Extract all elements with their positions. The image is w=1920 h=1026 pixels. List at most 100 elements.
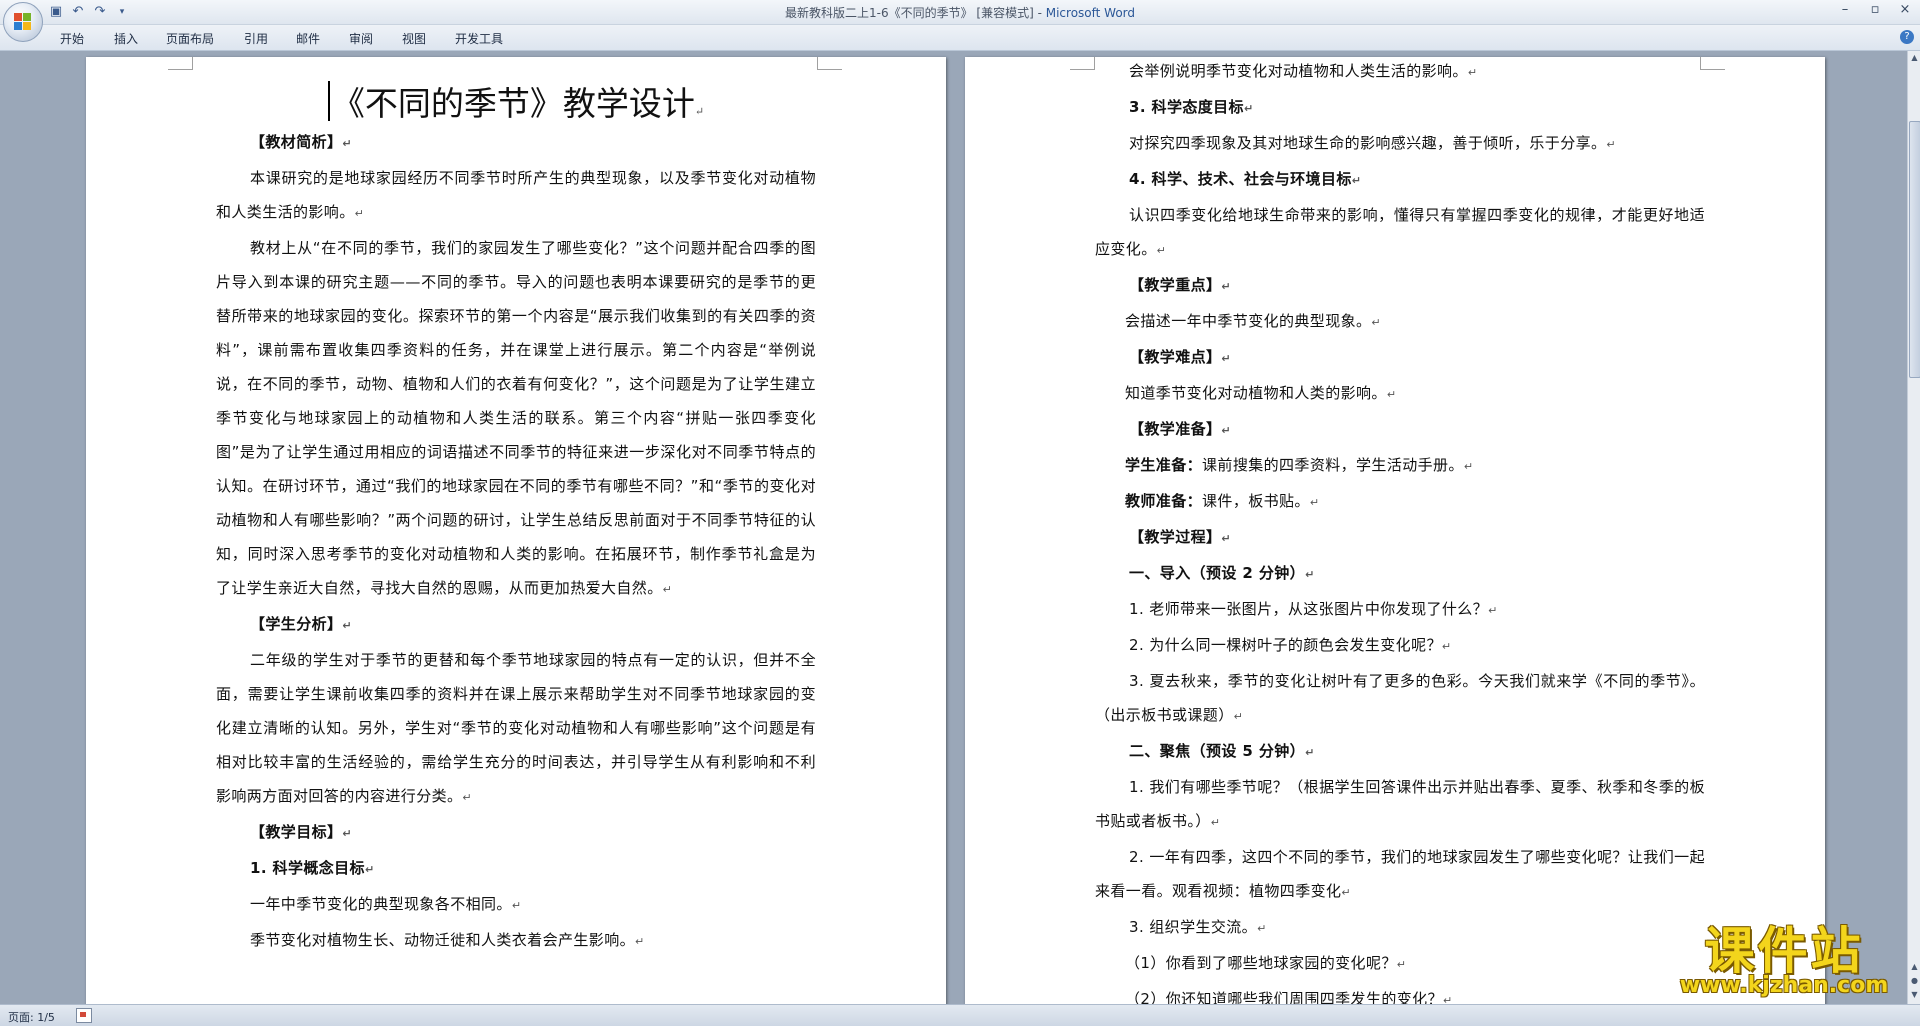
paragraph-mark: ↵ [511, 899, 522, 912]
paragraph-mark: ↵ [1396, 958, 1407, 971]
paragraph: 1. 科学概念目标↵ [216, 851, 816, 887]
tab-insert[interactable]: 插入 [114, 30, 138, 47]
watermark-logo-text: 课件站 [1704, 922, 1864, 980]
page-counter[interactable]: 页面: 1/5 [8, 1009, 55, 1025]
proofing-icon[interactable] [76, 1008, 92, 1023]
margin-corner-mark [1070, 57, 1095, 70]
paragraph: 会描述一年中季节变化的典型现象。↵ [1095, 304, 1705, 340]
window-title: 最新教科版二上1-6《不同的季节》 [兼容模式] - Microsoft Wor… [784, 6, 1136, 20]
paragraph-mark: ↵ [1305, 746, 1315, 759]
paragraph: 3. 组织学生交流。↵ [1095, 910, 1705, 946]
paragraph-text: 二、聚焦（预设 5 分钟） [1129, 742, 1306, 760]
paragraph-mark: ↵ [635, 935, 645, 948]
paragraph-mark: ↵ [1221, 280, 1232, 293]
title-bar: ▣ ↶ ↷ ▾ 最新教科版二上1-6《不同的季节》 [兼容模式] - Micro… [0, 0, 1920, 25]
document-workspace: 《不同的季节》教学设计↵ 【教材简析】↵ 本课研究的是地球家园经历不同季节时所产生… [0, 51, 1907, 1004]
paragraph-text: 【教学重点】 [1129, 276, 1222, 294]
paragraph: 2. 为什么同一棵树叶子的颜色会发生变化呢？↵ [1095, 628, 1705, 664]
paragraph-mark: ↵ [364, 863, 375, 876]
paragraph-text: 1. 科学概念目标 [250, 859, 365, 877]
page-1: 《不同的季节》教学设计↵ 【教材简析】↵ 本课研究的是地球家园经历不同季节时所产生… [86, 57, 946, 1004]
paragraph-text: 知道季节变化对动植物和人类的影响。 [1125, 384, 1387, 402]
ribbon-tabs: 开始 插入 页面布局 引用 邮件 审阅 视图 开发工具 ? [0, 25, 1920, 51]
paragraph-mark: ↵ [1441, 640, 1452, 653]
paragraph-mark: ↵ [1221, 352, 1232, 365]
paragraph: 3. 科学态度目标↵ [1095, 90, 1705, 126]
paragraph: （1）你看到了哪些地球家园的变化呢？↵ [1095, 946, 1705, 982]
paragraph-mark: ↵ [1305, 568, 1315, 581]
margin-corner-mark [168, 57, 193, 70]
paragraph-text: 1. 老师带来一张图片，从这张图片中你发现了什么？ [1129, 600, 1489, 618]
paragraph-text: 季节变化对植物生长、动物迁徙和人类衣着会产生影响。 [250, 931, 636, 949]
paragraph-mark: ↵ [1442, 994, 1453, 1004]
paragraph-text: （1）你看到了哪些地球家园的变化呢？ [1125, 954, 1397, 972]
paragraph-mark: ↵ [1257, 922, 1267, 935]
paragraph-text: 【学生分析】 [250, 615, 343, 633]
paragraph-text: 3. 组织学生交流。 [1129, 918, 1258, 936]
paragraph-text: 【教学难点】 [1129, 348, 1222, 366]
tab-developer[interactable]: 开发工具 [455, 30, 503, 47]
tab-references[interactable]: 引用 [244, 30, 268, 47]
tab-view[interactable]: 视图 [402, 30, 426, 47]
paragraph: 【教学难点】↵ [1095, 340, 1705, 376]
paragraph-mark: ↵ [1371, 316, 1382, 329]
help-icon[interactable]: ? [1900, 30, 1914, 44]
paragraph-mark: ↵ [1156, 244, 1167, 257]
paragraph: 一、导入（预设 2 分钟）↵ [1095, 556, 1705, 592]
scroll-up-icon[interactable]: ▲ [1908, 51, 1920, 65]
paragraph-mark: ↵ [342, 827, 353, 840]
tab-mailings[interactable]: 邮件 [296, 30, 320, 47]
paragraph-mark: ↵ [354, 207, 365, 220]
prev-page-icon[interactable]: ▲ [1908, 960, 1920, 974]
paragraph: 1. 老师带来一张图片，从这张图片中你发现了什么？↵ [1095, 592, 1705, 628]
minimize-button[interactable]: – [1830, 0, 1860, 22]
vertical-scrollbar[interactable]: ▲ ▲ ● ▼ [1907, 51, 1920, 1004]
paragraph-mark: ↵ [1243, 102, 1254, 115]
tab-home[interactable]: 开始 [60, 30, 84, 47]
paragraph-mark: ↵ [342, 619, 353, 632]
paragraph-mark: ↵ [1221, 424, 1232, 437]
paragraph: 对探究四季现象及其对地球生命的影响感兴趣，善于倾听，乐于分享。↵ [1095, 126, 1705, 162]
paragraph-mark: ↵ [694, 105, 705, 118]
paragraph-text: 【教学准备】 [1129, 420, 1222, 438]
paragraph-mark: ↵ [1351, 174, 1362, 187]
tab-layout[interactable]: 页面布局 [166, 30, 214, 47]
maximize-button[interactable]: ▫ [1860, 0, 1890, 22]
paragraph: 3. 夏去秋来，季节的变化让树叶有了更多的色彩。今天我们就来学《不同的季节》。（… [1095, 664, 1705, 734]
next-page-icon[interactable]: ▼ [1908, 988, 1920, 1002]
paragraph: 【教学准备】↵ [1095, 412, 1705, 448]
paragraph: 4. 科学、技术、社会与环境目标↵ [1095, 162, 1705, 198]
scroll-thumb[interactable] [1909, 121, 1920, 378]
paragraph: 一年中季节变化的典型现象各不相同。↵ [216, 887, 816, 923]
paragraph-mark: ↵ [1463, 460, 1474, 473]
office-logo-icon [14, 13, 32, 31]
paragraph-mark: ↵ [1341, 886, 1352, 899]
paragraph: 学生准备：课前搜集的四季资料，学生活动手册。↵ [1095, 448, 1705, 484]
paragraph-text: 2. 为什么同一棵树叶子的颜色会发生变化呢？ [1129, 636, 1442, 654]
paragraph: 【教材简析】↵ [216, 125, 816, 161]
paragraph: 【学生分析】↵ [216, 607, 816, 643]
paragraph-text: 【教学过程】 [1129, 528, 1222, 546]
app-name: Microsoft Word [1045, 6, 1136, 20]
tab-review[interactable]: 审阅 [349, 30, 373, 47]
paragraph-mark: ↵ [1467, 66, 1478, 79]
paragraph-text: 【教学目标】 [250, 823, 343, 841]
paragraph-mark: ↵ [662, 583, 673, 596]
window-controls: – ▫ × [1830, 0, 1920, 22]
paragraph-mark: ↵ [462, 791, 473, 804]
office-button[interactable] [3, 2, 43, 42]
watermark-logo: 课件站 www.kjzhan.com [1666, 925, 1902, 998]
close-button[interactable]: × [1890, 0, 1920, 22]
paragraph: 2. 一年有四季，这四个不同的季节，我们的地球家园发生了哪些变化呢？让我们一起来… [1095, 840, 1705, 910]
paragraph-text: 对探究四季现象及其对地球生命的影响感兴趣，善于倾听，乐于分享。 [1129, 134, 1607, 152]
page-1-body[interactable]: 【教材简析】↵ 本课研究的是地球家园经历不同季节时所产生的典型现象，以及季节变化对… [216, 125, 816, 959]
paragraph-mark: ↵ [1606, 138, 1617, 151]
page-2-body[interactable]: 会举例说明季节变化对动植物和人类生活的影响。↵ 3. 科学态度目标↵ 对探究四季现象… [1095, 54, 1705, 1004]
select-browse-icon[interactable]: ● [1908, 974, 1920, 988]
paragraph: 教材上从“在不同的季节，我们的家园发生了哪些变化？”这个问题并配合四季的图片导入… [216, 231, 816, 607]
paragraph-text: 教材上从“在不同的季节，我们的家园发生了哪些变化？”这个问题并配合四季的图片导入… [216, 239, 816, 597]
paragraph: 认识四季变化给地球生命带来的影响，懂得只有掌握四季变化的规律，才能更好地适应变化… [1095, 198, 1705, 268]
paragraph: （2）你还知道哪些我们周围四季发生的变化？↵ [1095, 982, 1705, 1004]
paragraph-text: 一、导入（预设 2 分钟） [1129, 564, 1306, 582]
paragraph-text: 【教材简析】 [250, 133, 343, 151]
